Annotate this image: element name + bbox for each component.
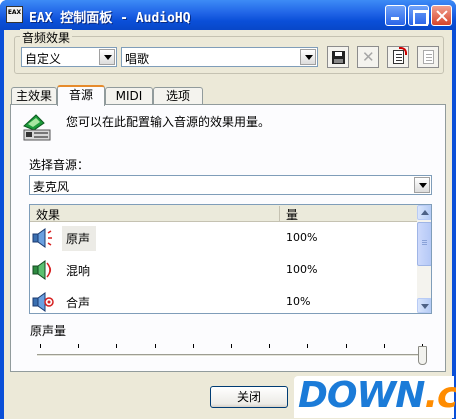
preset-dropdown[interactable]: 唱歌: [121, 47, 318, 67]
minimize-button[interactable]: [385, 5, 406, 26]
effect-amount: 10%: [286, 295, 311, 308]
slider-tick: [155, 344, 156, 348]
column-header-effect[interactable]: 效果: [36, 206, 60, 223]
copy-doc-icon: [423, 50, 434, 64]
watermark-logo: DOWN.cc: [298, 375, 456, 416]
speaker-reverb-icon: [32, 260, 52, 280]
effect-name: 原声: [66, 232, 91, 246]
close-window-button[interactable]: [431, 5, 452, 26]
save-preset-button[interactable]: [327, 46, 349, 68]
effect-name: 合声: [66, 296, 91, 310]
slider-tick: [346, 344, 347, 348]
effect-name: 混响: [66, 264, 91, 278]
category-dropdown-value: 自定义: [25, 52, 62, 66]
audio-source-icon: [23, 114, 51, 141]
chevron-down-icon[interactable]: [99, 49, 115, 65]
scroll-up-icon[interactable]: [417, 205, 431, 220]
chevron-down-icon[interactable]: [414, 177, 430, 193]
copy-preset-button[interactable]: [417, 46, 439, 68]
close-button[interactable]: 关闭: [210, 386, 288, 408]
effect-row-chorus[interactable]: 合声 10%: [30, 286, 417, 313]
speaker-dry-icon: [32, 228, 52, 248]
slider-tick: [269, 344, 270, 348]
eax-app-icon[interactable]: EAX: [6, 6, 23, 23]
slider-tick: [193, 344, 194, 348]
effects-list-scrollbar[interactable]: [417, 205, 431, 313]
maximize-button[interactable]: [408, 5, 429, 26]
delete-icon: ✕: [362, 48, 375, 66]
slider-tick: [307, 344, 308, 348]
watermark-dot: .: [424, 375, 438, 416]
watermark-suffix: cc: [437, 375, 456, 416]
preset-dropdown-value: 唱歌: [125, 52, 150, 66]
tab-source[interactable]: 音源: [57, 85, 105, 106]
slider-tick: [116, 344, 117, 348]
scroll-down-icon[interactable]: [417, 298, 431, 313]
effect-amount: 100%: [286, 263, 318, 276]
list-header: 效果 量: [30, 205, 417, 222]
scroll-thumb[interactable]: [417, 222, 431, 266]
dry-volume-slider-thumb[interactable]: [418, 346, 427, 365]
watermark-main: DOWN: [298, 375, 425, 416]
slider-tick: [384, 344, 385, 348]
new-preset-button[interactable]: [387, 46, 409, 68]
column-separator[interactable]: [279, 206, 280, 221]
category-dropdown[interactable]: 自定义: [21, 47, 117, 67]
slider-tick: [78, 344, 79, 348]
effects-list: 效果 量 原声 100% 混响 100% 合声 10%: [29, 204, 432, 314]
column-header-amount[interactable]: 量: [286, 206, 298, 223]
new-doc-icon: [393, 47, 407, 64]
tab-midi[interactable]: MIDI: [105, 87, 153, 105]
speaker-chorus-icon: [32, 292, 54, 312]
effect-row-reverb[interactable]: 混响 100%: [30, 254, 417, 286]
save-icon: [332, 51, 345, 64]
tab-options[interactable]: 选项: [153, 87, 203, 105]
chevron-down-icon[interactable]: [300, 49, 316, 65]
dry-volume-slider-track[interactable]: [37, 354, 424, 357]
audio-effect-group-label: 音频效果: [20, 29, 73, 46]
title-bar[interactable]: EAX EAX 控制面板 - AudioHQ: [0, 0, 456, 30]
effect-amount: 100%: [286, 231, 318, 244]
window-title: EAX 控制面板 - AudioHQ: [29, 11, 191, 26]
source-select-label: 选择音源：: [29, 158, 90, 172]
slider-tick: [40, 344, 41, 348]
slider-tick: [231, 344, 232, 348]
source-dropdown-value: 麦克风: [33, 180, 70, 194]
watermark: DOWN.cc: [294, 375, 456, 418]
effect-row-dry[interactable]: 原声 100%: [30, 222, 417, 254]
delete-preset-button[interactable]: ✕: [357, 46, 379, 68]
tab-main-effects[interactable]: 主效果: [11, 87, 57, 105]
source-description: 您可以在此配置输入音源的效果用量。: [66, 115, 271, 129]
source-dropdown[interactable]: 麦克风: [29, 175, 432, 195]
dry-volume-label: 原声量: [30, 324, 67, 338]
